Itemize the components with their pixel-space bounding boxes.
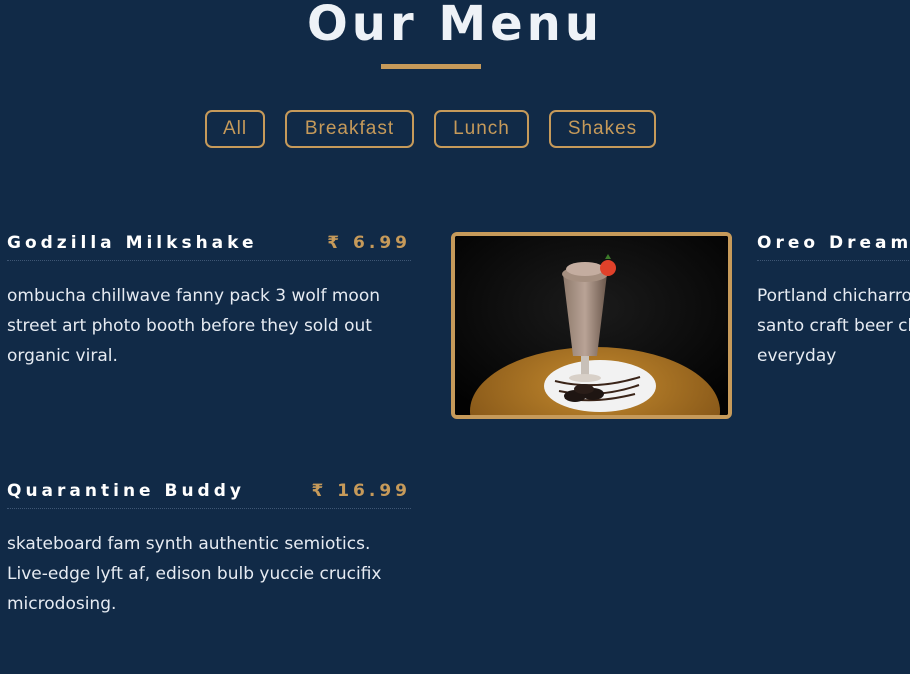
menu-item-oreo-dream: Oreo Dream Portland chicharrones ethical… [757,232,910,371]
title-underline [381,64,481,69]
filter-shakes-button[interactable]: Shakes [549,110,656,148]
item-description: Portland chicharrones ethical edison bul… [757,286,910,366]
item-name: Godzilla Milkshake [7,233,258,253]
menu-item-quarantine-buddy: Quarantine Buddy ₹ 16.99 skateboard fam … [7,480,411,619]
filter-breakfast-button[interactable]: Breakfast [285,110,414,148]
milkshake-image [455,236,728,415]
item-header: Quarantine Buddy ₹ 16.99 [7,480,411,509]
item-name: Oreo Dream [757,233,910,253]
menu-item-godzilla-milkshake: Godzilla Milkshake ₹ 6.99 ombucha chillw… [7,232,411,371]
item-description: skateboard fam synth authentic semiotics… [7,534,382,614]
menu-page: Our Menu All Breakfast Lunch Shakes Godz… [0,0,910,674]
filter-all-button[interactable]: All [205,110,265,148]
item-price: ₹ 16.99 [311,481,411,501]
item-header: Godzilla Milkshake ₹ 6.99 [7,232,411,261]
filter-lunch-button[interactable]: Lunch [434,110,529,148]
milkshake-photo [451,232,732,419]
item-name: Quarantine Buddy [7,481,245,501]
item-price: ₹ 6.99 [327,233,411,253]
clip-region: Oreo Dream Portland chicharrones ethical… [757,0,910,674]
item-header: Oreo Dream [757,232,910,261]
item-description: ombucha chillwave fanny pack 3 wolf moon… [7,286,380,366]
